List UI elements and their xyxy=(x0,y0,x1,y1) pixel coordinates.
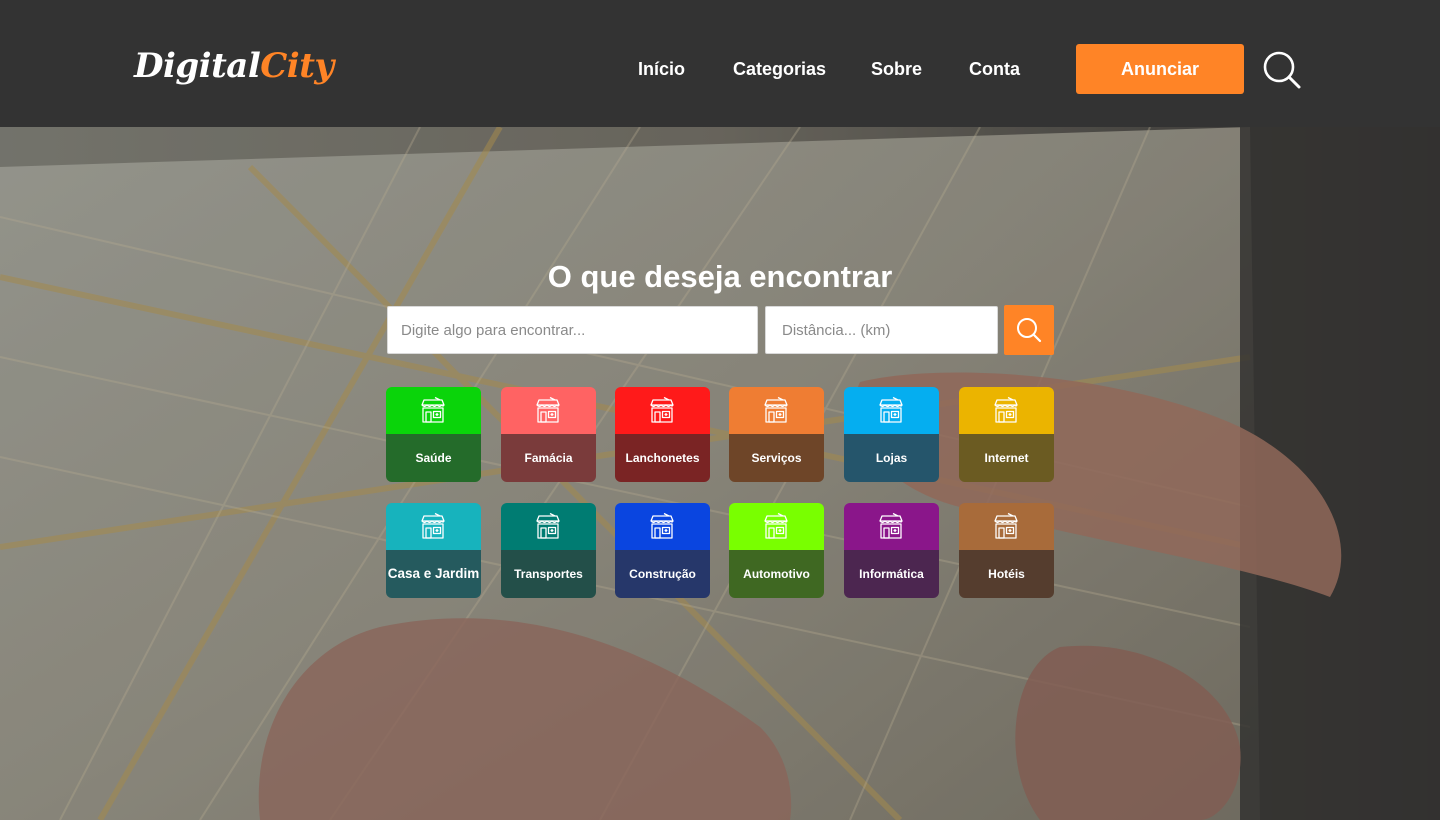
hero-overlay xyxy=(0,127,1440,820)
category-label: Serviços xyxy=(751,451,802,465)
category-tile-transportes[interactable]: Transportes xyxy=(501,503,596,598)
nav-link-conta[interactable]: Conta xyxy=(969,57,1020,81)
store-icon xyxy=(421,512,445,539)
nav-link-inicio[interactable]: Início xyxy=(638,57,685,81)
header-search-icon[interactable] xyxy=(1262,50,1302,90)
category-label: Informática xyxy=(859,567,924,581)
store-icon xyxy=(994,512,1018,539)
logo-text-city: City xyxy=(260,46,334,86)
search-input[interactable] xyxy=(387,306,758,354)
digitalcity-logo[interactable]: DigitalCity xyxy=(134,40,334,92)
store-icon xyxy=(536,396,560,423)
category-tile-automotivo[interactable]: Automotivo xyxy=(729,503,824,598)
category-label: Construção xyxy=(629,567,696,581)
category-tile-lojas[interactable]: Lojas xyxy=(844,387,939,482)
store-icon xyxy=(650,512,674,539)
top-navbar: DigitalCity Início Categorias Sobre Cont… xyxy=(0,0,1440,127)
category-label: Internet xyxy=(984,451,1029,465)
nav-link-sobre[interactable]: Sobre xyxy=(871,57,922,81)
store-icon xyxy=(994,396,1018,423)
store-icon xyxy=(764,396,788,423)
category-label: Lojas xyxy=(875,451,908,465)
category-tile-servicos[interactable]: Serviços xyxy=(729,387,824,482)
search-submit-button[interactable] xyxy=(1004,305,1054,355)
logo-text-digital: Digital xyxy=(134,46,261,86)
category-label: Lanchonetes xyxy=(625,451,700,465)
anunciar-button[interactable]: Anunciar xyxy=(1076,44,1244,94)
category-label: Automotivo xyxy=(743,567,810,581)
hero-title: O que deseja encontrar xyxy=(547,259,893,294)
hero-section: O que deseja encontrar Saúde Famácia Lan… xyxy=(0,127,1440,820)
store-icon xyxy=(879,512,903,539)
category-tile-internet[interactable]: Internet xyxy=(959,387,1054,482)
store-icon xyxy=(421,396,445,423)
category-label: Saúde xyxy=(415,451,452,465)
category-tile-construcao[interactable]: Construção xyxy=(615,503,710,598)
store-icon xyxy=(650,396,674,423)
category-tile-casa-e-jardim[interactable]: Casa e Jardim xyxy=(386,503,481,598)
category-label: Hotéis xyxy=(988,567,1025,581)
store-icon xyxy=(536,512,560,539)
category-tile-famacia[interactable]: Famácia xyxy=(501,387,596,482)
category-label: Famácia xyxy=(524,451,573,465)
distance-input[interactable] xyxy=(765,306,998,354)
category-tile-saude[interactable]: Saúde xyxy=(386,387,481,482)
category-tile-informatica[interactable]: Informática xyxy=(844,503,939,598)
store-icon xyxy=(879,396,903,423)
category-label: Casa e Jardim xyxy=(387,566,480,581)
category-tile-hoteis[interactable]: Hotéis xyxy=(959,503,1054,598)
nav-link-categorias[interactable]: Categorias xyxy=(733,57,826,81)
category-tile-lanchonetes[interactable]: Lanchonetes xyxy=(615,387,710,482)
store-icon xyxy=(764,512,788,539)
category-label: Transportes xyxy=(514,567,583,581)
search-icon xyxy=(1017,318,1042,343)
